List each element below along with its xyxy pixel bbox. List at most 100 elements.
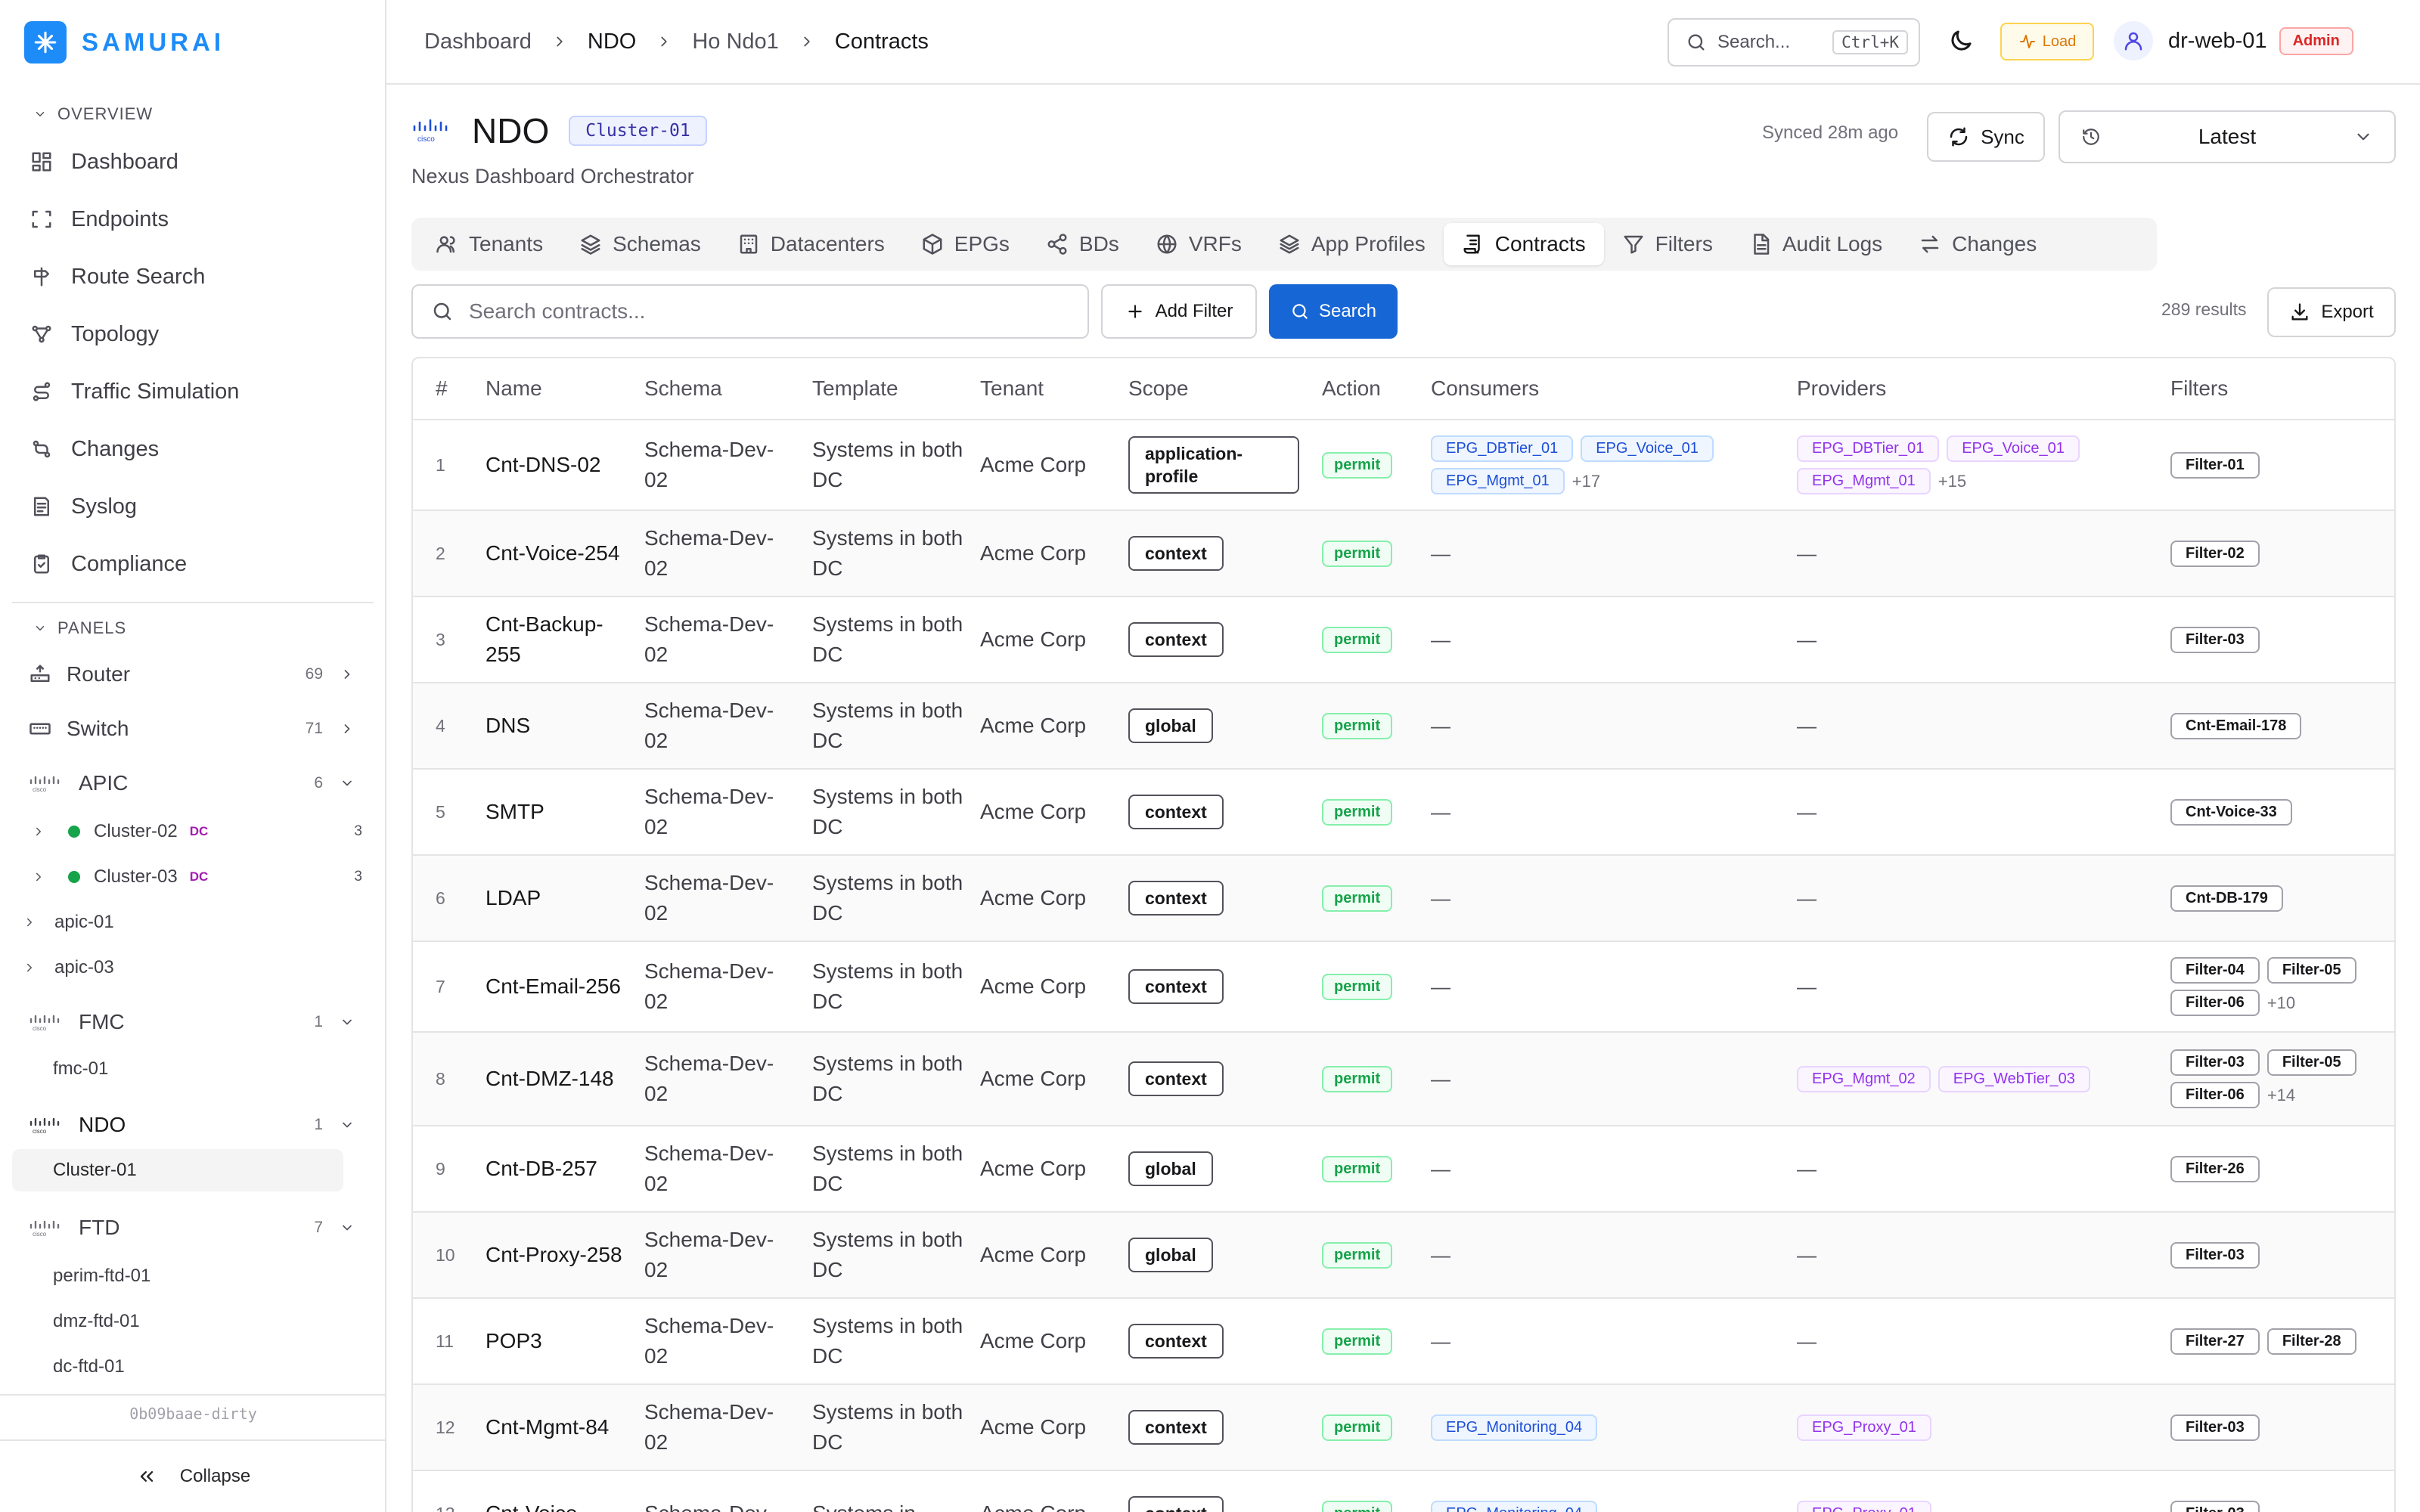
nav-dashboard[interactable]: Dashboard <box>30 141 178 183</box>
tab-filters[interactable]: Filters <box>1604 223 1731 265</box>
sync-button[interactable]: Sync <box>1927 112 2045 162</box>
table-row[interactable]: 3 Cnt-Backup-255 Schema-Dev-02 Systems in b… <box>413 597 2394 683</box>
provider-epg-chip[interactable]: EPG_WebTier_03 <box>1938 1065 2090 1092</box>
tab-bds[interactable]: BDs <box>1028 223 1137 265</box>
tab-datacenters[interactable]: Datacenters <box>719 223 903 265</box>
contract-name[interactable]: Cnt-Voice- <box>486 1498 585 1512</box>
consumer-epg-chip[interactable]: EPG_Voice_01 <box>1581 435 1714 462</box>
contract-name[interactable]: Cnt-DNS-02 <box>486 450 600 480</box>
nav-traffic-simulation[interactable]: Traffic Simulation <box>30 370 239 413</box>
add-filter-button[interactable]: Add Filter <box>1101 284 1257 339</box>
breadcrumb-instance[interactable]: Ho Ndo1 <box>692 29 778 54</box>
nav-changes[interactable]: Changes <box>30 428 159 470</box>
more-count[interactable]: +10 <box>2267 993 2295 1013</box>
filter-chip[interactable]: Filter-01 <box>2170 451 2260 479</box>
panel-router[interactable]: Router 69 <box>29 653 355 696</box>
column-header[interactable]: Template <box>812 376 898 401</box>
column-header[interactable]: Consumers <box>1431 376 1539 401</box>
table-row[interactable]: 4 DNS Schema-Dev-02 Systems in both DC Acme … <box>413 683 2394 770</box>
fmc-item[interactable]: fmc-01 <box>53 1049 108 1089</box>
table-row[interactable]: 10 Cnt-Proxy-258 Schema-Dev-02 Systems in b… <box>413 1213 2394 1299</box>
contract-name[interactable]: Cnt-DB-257 <box>486 1154 597 1184</box>
breadcrumb-dashboard[interactable]: Dashboard <box>424 29 532 54</box>
more-count[interactable]: +14 <box>2267 1086 2295 1105</box>
tab-app-profiles[interactable]: App Profiles <box>1260 223 1444 265</box>
column-header[interactable]: Filters <box>2170 376 2228 401</box>
contract-name[interactable]: Cnt-Proxy-258 <box>486 1240 622 1270</box>
collapse-sidebar-button[interactable]: Collapse <box>0 1439 385 1512</box>
apic-host-item[interactable]: apic-01 <box>23 903 114 942</box>
brand-logo[interactable]: SAMURAI <box>24 21 225 64</box>
more-count[interactable]: +15 <box>1938 472 1966 491</box>
version-select[interactable]: Latest <box>2059 110 2396 163</box>
ftd-item[interactable]: perim-ftd-01 <box>53 1256 150 1296</box>
apic-cluster-item[interactable]: Cluster-03 DC 3 <box>23 857 362 897</box>
filter-chip[interactable]: Filter-03 <box>2170 1049 2260 1076</box>
tab-changes[interactable]: Changes <box>1900 223 2055 265</box>
contract-name[interactable]: Cnt-Voice-254 <box>486 538 619 569</box>
load-indicator[interactable]: Load <box>2000 23 2094 60</box>
contract-name[interactable]: Cnt-Mgmt-84 <box>486 1412 609 1442</box>
ftd-item[interactable]: dmz-ftd-01 <box>53 1302 140 1341</box>
table-row[interactable]: 13 Cnt-Voice- Schema-Dev- Systems in Acme Co… <box>413 1471 2394 1512</box>
filter-chip[interactable]: Filter-02 <box>2170 540 2260 567</box>
tab-vrfs[interactable]: VRFs <box>1137 223 1260 265</box>
consumer-epg-chip[interactable]: EPG_Monitoring_04 <box>1431 1500 1598 1512</box>
provider-epg-chip[interactable]: EPG_Mgmt_01 <box>1797 468 1931 494</box>
filter-chip[interactable]: Cnt-Voice-33 <box>2170 798 2292 826</box>
contract-name[interactable]: Cnt-Backup-255 <box>486 609 629 670</box>
contract-name[interactable]: SMTP <box>486 797 544 827</box>
contract-name[interactable]: Cnt-Email-256 <box>486 971 621 1002</box>
table-row[interactable]: 2 Cnt-Voice-254 Schema-Dev-02 Systems in bo… <box>413 511 2394 597</box>
apic-cluster-item[interactable]: Cluster-02 DC 3 <box>23 812 362 851</box>
column-header[interactable]: Action <box>1322 376 1381 401</box>
column-header[interactable]: Name <box>486 376 542 401</box>
column-header[interactable]: Schema <box>644 376 722 401</box>
panel-ndo[interactable]: cisco NDO 1 <box>29 1104 355 1146</box>
filter-chip[interactable]: Filter-03 <box>2170 1414 2260 1441</box>
filter-chip[interactable]: Filter-03 <box>2170 626 2260 653</box>
provider-epg-chip[interactable]: EPG_Voice_01 <box>1947 435 2080 462</box>
consumer-epg-chip[interactable]: EPG_DBTier_01 <box>1431 435 1574 462</box>
filter-chip[interactable]: Filter-27 <box>2170 1328 2260 1355</box>
contract-name[interactable]: POP3 <box>486 1326 542 1356</box>
filter-chip[interactable]: Filter-26 <box>2170 1155 2260 1182</box>
contract-name[interactable]: DNS <box>486 711 530 741</box>
user-menu[interactable]: dr-web-01 Admin <box>2114 21 2353 60</box>
table-row[interactable]: 8 Cnt-DMZ-148 Schema-Dev-02 Systems in both… <box>413 1033 2394 1126</box>
nav-topology[interactable]: Topology <box>30 313 159 355</box>
column-header[interactable]: Tenant <box>980 376 1044 401</box>
table-row[interactable]: 9 Cnt-DB-257 Schema-Dev-02 Systems in both … <box>413 1126 2394 1213</box>
panel-fmc[interactable]: cisco FMC 1 <box>29 1001 355 1043</box>
tab-schemas[interactable]: Schemas <box>561 223 719 265</box>
panel-switch[interactable]: Switch 71 <box>29 708 355 750</box>
ftd-item[interactable]: dc-ftd-01 <box>53 1347 125 1387</box>
table-row[interactable]: 6 LDAP Schema-Dev-02 Systems in both DC Acme… <box>413 856 2394 942</box>
filter-chip[interactable]: Filter-05 <box>2266 1049 2356 1076</box>
filter-chip[interactable]: Cnt-Email-178 <box>2170 712 2302 739</box>
provider-epg-chip[interactable]: EPG_Proxy_01 <box>1797 1414 1931 1441</box>
tab-tenants[interactable]: Tenants <box>417 223 561 265</box>
filter-chip[interactable]: Filter-04 <box>2170 957 2260 984</box>
nav-route-search[interactable]: Route Search <box>30 256 205 298</box>
filter-chip[interactable]: Filter-06 <box>2170 990 2260 1016</box>
contracts-search-input[interactable]: Search contracts... <box>411 284 1089 339</box>
theme-toggle[interactable] <box>1947 27 1975 54</box>
filter-chip[interactable]: Filter-03 <box>2170 1241 2260 1269</box>
more-count[interactable]: +17 <box>1572 472 1600 491</box>
contract-name[interactable]: LDAP <box>486 883 541 913</box>
search-button[interactable]: Search <box>1269 284 1398 339</box>
filter-chip[interactable]: Filter-28 <box>2266 1328 2356 1355</box>
contract-name[interactable]: Cnt-DMZ-148 <box>486 1064 614 1094</box>
filter-chip[interactable]: Cnt-DB-179 <box>2170 885 2283 912</box>
column-header[interactable]: Providers <box>1797 376 1886 401</box>
breadcrumb-ndo[interactable]: NDO <box>588 29 636 54</box>
panel-ftd[interactable]: cisco FTD 7 <box>29 1207 355 1249</box>
overview-section-toggle[interactable]: OVERVIEW <box>33 104 153 124</box>
nav-syslog[interactable]: Syslog <box>30 485 137 528</box>
provider-epg-chip[interactable]: EPG_Mgmt_02 <box>1797 1065 1931 1092</box>
table-row[interactable]: 1 Cnt-DNS-02 Schema-Dev-02 Systems in both … <box>413 420 2394 511</box>
consumer-epg-chip[interactable]: EPG_Mgmt_01 <box>1431 468 1565 494</box>
panels-section-toggle[interactable]: PANELS <box>33 618 126 638</box>
global-search-button[interactable]: Search... Ctrl+K <box>1668 18 1920 67</box>
